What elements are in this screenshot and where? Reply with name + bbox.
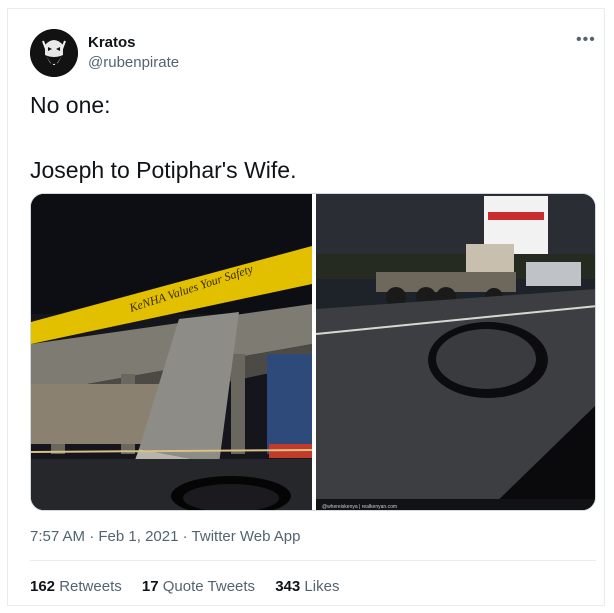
bearded-warrior-avatar-icon [30, 29, 78, 77]
watermark: @whereiskenya | realkenyan.com [322, 504, 397, 510]
tweet-text-line-1: No one: [30, 92, 111, 118]
tweet-media[interactable]: KeNHA Values Your Safety @whereiskenya |… [30, 193, 596, 511]
tweet-meta: 7:57 AM · Feb 1, 2021 · Twitter Web App [30, 528, 300, 545]
author-name[interactable]: Kratos [88, 34, 136, 51]
likes-count: 343 [275, 578, 301, 595]
divider [30, 560, 596, 561]
retweets-label: Retweets [59, 578, 122, 595]
likes-stat[interactable]: 343 Likes [275, 578, 339, 595]
tweet-source[interactable]: Twitter Web App [192, 528, 301, 545]
quotes-stat[interactable]: 17 Quote Tweets [142, 578, 255, 595]
tweet-card: Kratos @rubenpirate ••• No one: Joseph t… [7, 8, 605, 606]
likes-label: Likes [304, 578, 340, 595]
tweet-text-line-2: Joseph to Potiphar's Wife. [30, 157, 297, 183]
tweet-date[interactable]: Feb 1, 2021 [98, 528, 178, 545]
meta-separator: · [89, 528, 95, 545]
tweet-stats: 162 Retweets 17 Quote Tweets 343 Likes [30, 578, 355, 595]
retweets-count: 162 [30, 578, 56, 595]
left-photo[interactable]: KeNHA Values Your Safety [31, 194, 312, 511]
avatar[interactable] [30, 29, 78, 77]
right-photo[interactable]: @whereiskenya | realkenyan.com [316, 194, 596, 511]
retweets-stat[interactable]: 162 Retweets [30, 578, 122, 595]
meta-separator-2: · [182, 528, 188, 545]
tweet-time[interactable]: 7:57 AM [30, 528, 85, 545]
more-options-icon[interactable]: ••• [576, 31, 596, 49]
author-handle[interactable]: @rubenpirate [88, 54, 179, 71]
quotes-count: 17 [141, 578, 159, 595]
quotes-label: Quote Tweets [162, 578, 256, 595]
